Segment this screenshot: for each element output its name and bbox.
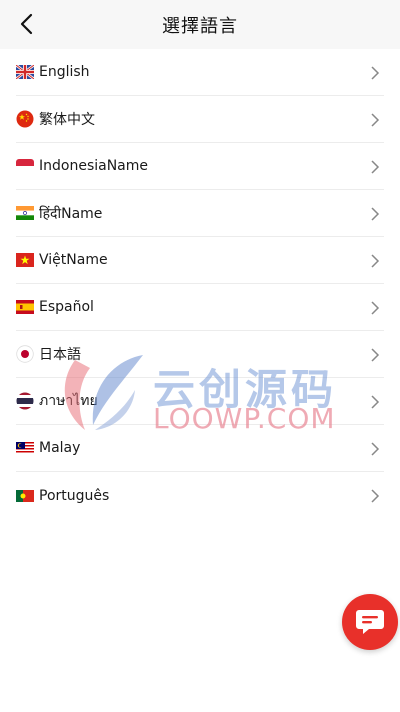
chevron-right-icon: [371, 395, 380, 409]
chevron-left-icon: [20, 13, 33, 35]
page-title: 選擇語言: [162, 15, 238, 37]
language-label: हिंदीName: [39, 205, 103, 222]
language-label: ViệtName: [39, 252, 108, 268]
spain-flag-icon: [16, 300, 34, 314]
chevron-right-icon: [371, 254, 380, 268]
language-label: IndonesiaName: [39, 158, 149, 174]
chevron-right-icon: [371, 442, 380, 456]
uk-flag-icon: [16, 65, 34, 79]
chevron-right-icon: [371, 160, 380, 174]
chevron-right-icon: [371, 489, 380, 503]
language-item-malay[interactable]: Malay: [16, 425, 384, 472]
chat-bubble-icon: [356, 610, 384, 634]
language-label: English: [39, 64, 90, 80]
language-item-portuguese[interactable]: Português: [16, 472, 384, 519]
language-label: Español: [39, 299, 94, 315]
thailand-flag-icon: [16, 392, 34, 410]
language-label: 繁体中文: [39, 112, 95, 128]
back-button[interactable]: [12, 10, 40, 38]
india-flag-icon: [16, 206, 34, 220]
chevron-right-icon: [371, 207, 380, 221]
language-item-traditional-chinese[interactable]: 繁体中文: [16, 96, 384, 143]
language-item-vietnamese[interactable]: ViệtName: [16, 237, 384, 284]
language-item-indonesia[interactable]: IndonesiaName: [16, 143, 384, 190]
indonesia-flag-icon: [16, 159, 34, 173]
language-item-japanese[interactable]: 日本語: [16, 331, 384, 378]
header-bar: 選擇語言: [0, 0, 400, 49]
language-label: Malay: [39, 440, 81, 456]
chat-button[interactable]: [342, 594, 398, 650]
portugal-flag-icon: [16, 489, 34, 503]
chevron-right-icon: [371, 301, 380, 315]
language-list: English 繁体中文 IndonesiaName हिंदीName Việ…: [0, 49, 400, 519]
language-item-english[interactable]: English: [16, 49, 384, 96]
chevron-right-icon: [371, 348, 380, 362]
chevron-right-icon: [371, 113, 380, 127]
language-label: 日本語: [39, 347, 81, 363]
language-item-thai[interactable]: ภาษาไทย: [16, 378, 384, 425]
vietnam-flag-icon: [16, 253, 34, 267]
china-flag-icon: [16, 110, 34, 128]
chevron-right-icon: [371, 66, 380, 80]
language-label: Português: [39, 487, 110, 504]
language-item-spanish[interactable]: Español: [16, 284, 384, 331]
language-item-hindi[interactable]: हिंदीName: [16, 190, 384, 237]
language-label: ภาษาไทย: [39, 393, 98, 409]
malaysia-flag-icon: [16, 441, 34, 455]
japan-flag-icon: [16, 345, 34, 363]
